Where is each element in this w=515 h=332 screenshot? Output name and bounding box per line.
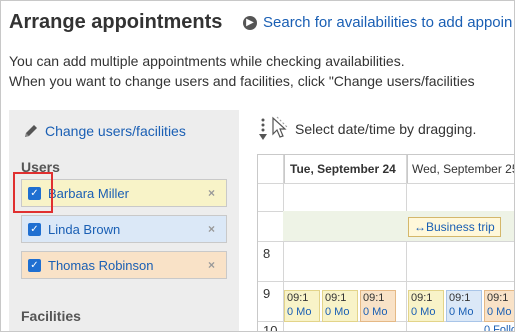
appointment-subject: 0 Mo	[411, 306, 436, 318]
drag-hint: Select date/time by dragging.	[259, 116, 476, 142]
appointment-time: 09:1	[325, 292, 347, 304]
header-divider	[258, 183, 514, 184]
appointment-block[interactable]: 09:1 0 Mo	[446, 290, 482, 322]
intro-line-1: You can add multiple appointments while …	[9, 53, 405, 69]
next-hour-appointment-fragment[interactable]: 0 Follo	[484, 324, 514, 331]
appointment-subject: 0 Mo	[325, 306, 350, 318]
page-title: Arrange appointments	[9, 11, 223, 33]
calendar-grid: Tue, September 24 Wed, September 25 ↔Bus…	[257, 154, 514, 332]
appointment-block[interactable]: 09:1 0 Mo	[360, 290, 396, 322]
appointment-block[interactable]: 09:1 0 Mo	[322, 290, 358, 322]
user-checkbox[interactable]: ✓	[28, 258, 41, 272]
hour-8-divider	[258, 241, 514, 242]
checkbox-highlight-box	[13, 172, 53, 213]
selection-sidebar: Change users/facilities Users ✓ Barbara …	[9, 110, 239, 331]
appointment-time: 09:1	[287, 292, 309, 304]
intro-line-2: When you want to change users and facili…	[9, 73, 475, 89]
appointment-time: 09:1	[363, 292, 385, 304]
search-availabilities-link[interactable]: ▶ Search for availabilities to add appoi…	[243, 14, 512, 31]
appointment-subject: 0 Mo	[363, 306, 388, 318]
remove-user-icon[interactable]: ×	[208, 186, 215, 200]
user-chip-thomas-robinson: ✓ Thomas Robinson ×	[21, 251, 227, 279]
hour-label-8: 8	[263, 246, 271, 261]
remove-user-icon[interactable]: ×	[208, 222, 215, 236]
user-chip-linda-brown: ✓ Linda Brown ×	[21, 215, 227, 243]
appointment-block[interactable]: 09:1 0 Mo	[284, 290, 320, 322]
intro-text: You can add multiple appointments while …	[9, 51, 475, 91]
search-availabilities-label: Search for availabilities to add appoin	[263, 14, 513, 31]
appointment-block[interactable]: 09:1 0 Mo	[408, 290, 444, 322]
appointment-block[interactable]: 09:1 0 Mo	[484, 290, 514, 322]
pencil-icon	[25, 125, 37, 137]
appointment-time: 09:1	[411, 292, 433, 304]
appointment-time: 09:1	[449, 292, 471, 304]
day-header-wed[interactable]: Wed, September 25	[407, 155, 514, 183]
hour-label-9: 9	[263, 286, 271, 301]
user-name[interactable]: Barbara Miller	[48, 186, 129, 201]
day-header-tue[interactable]: Tue, September 24	[284, 155, 406, 183]
appointment-time: 09:1	[487, 292, 509, 304]
change-users-facilities-label: Change users/facilities	[45, 123, 186, 139]
appointment-subject: 0 Mo	[487, 306, 512, 318]
arrow-right-circle-icon: ▶	[243, 15, 257, 30]
user-name[interactable]: Linda Brown	[48, 222, 120, 237]
business-trip-event[interactable]: ↔Business trip	[408, 217, 501, 237]
facilities-section-label: Facilities	[21, 308, 81, 324]
user-name[interactable]: Thomas Robinson	[48, 258, 154, 273]
hour-label-10: 10	[263, 323, 278, 332]
arrange-appointments-screen: Arrange appointments ▶ Search for availa…	[0, 0, 515, 332]
remove-user-icon[interactable]: ×	[208, 258, 215, 272]
appointment-subject: 0 Mo	[449, 306, 474, 318]
hour-9-divider	[258, 281, 514, 282]
drag-cursor-icon	[259, 116, 288, 140]
drag-hint-text: Select date/time by dragging.	[295, 121, 477, 137]
user-checkbox[interactable]: ✓	[28, 222, 41, 236]
appointment-subject: 0 Mo	[287, 306, 312, 318]
change-users-facilities-link[interactable]: Change users/facilities	[23, 123, 186, 139]
